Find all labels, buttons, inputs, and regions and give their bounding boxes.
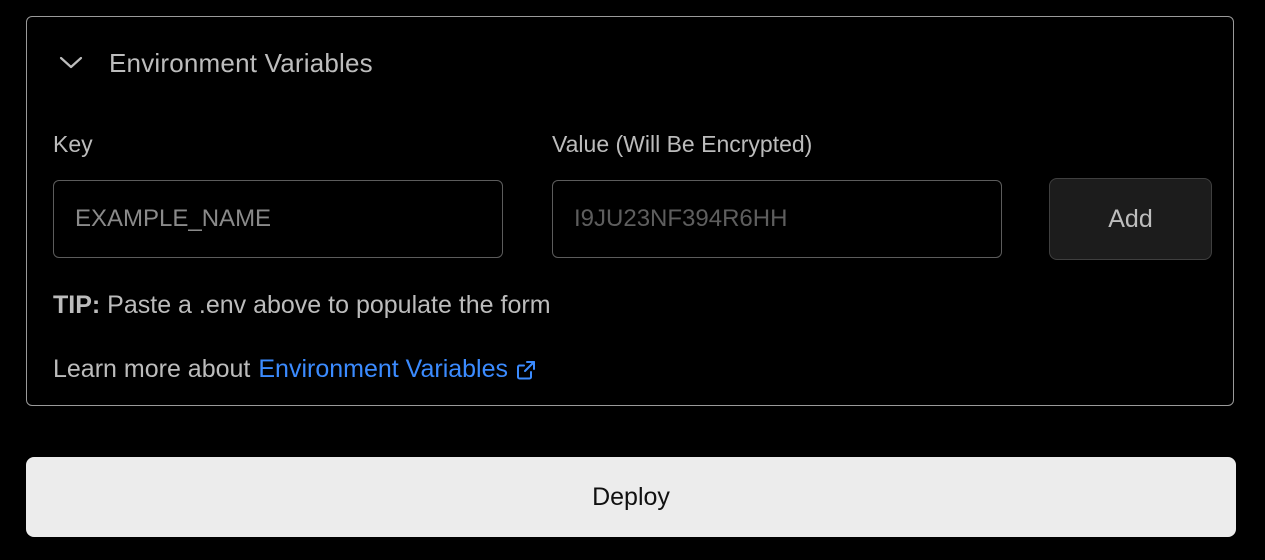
link-text: Environment Variables: [258, 355, 509, 383]
key-input[interactable]: [53, 180, 503, 258]
panel-title: Environment Variables: [109, 47, 373, 78]
environment-variables-link[interactable]: Environment Variables: [258, 355, 538, 384]
value-input[interactable]: [552, 180, 1002, 258]
chevron-down-icon[interactable]: [57, 49, 85, 77]
tip-message: Paste a .env above to populate the form: [107, 291, 551, 319]
external-link-icon: [514, 358, 538, 382]
environment-variables-toggle[interactable]: Environment Variables: [57, 45, 373, 81]
tip-prefix: TIP:: [53, 291, 101, 319]
value-label: Value (Will Be Encrypted): [552, 131, 813, 157]
key-label: Key: [53, 131, 93, 157]
add-button[interactable]: Add: [1049, 178, 1212, 260]
tip-text: TIP: Paste a .env above to populate the …: [53, 291, 551, 320]
learn-more-prefix: Learn more about: [53, 355, 251, 383]
environment-variables-panel: Environment Variables Key Value (Will Be…: [26, 16, 1234, 406]
learn-more-line: Learn more about Environment Variables: [53, 355, 538, 384]
deploy-button[interactable]: Deploy: [26, 457, 1236, 537]
